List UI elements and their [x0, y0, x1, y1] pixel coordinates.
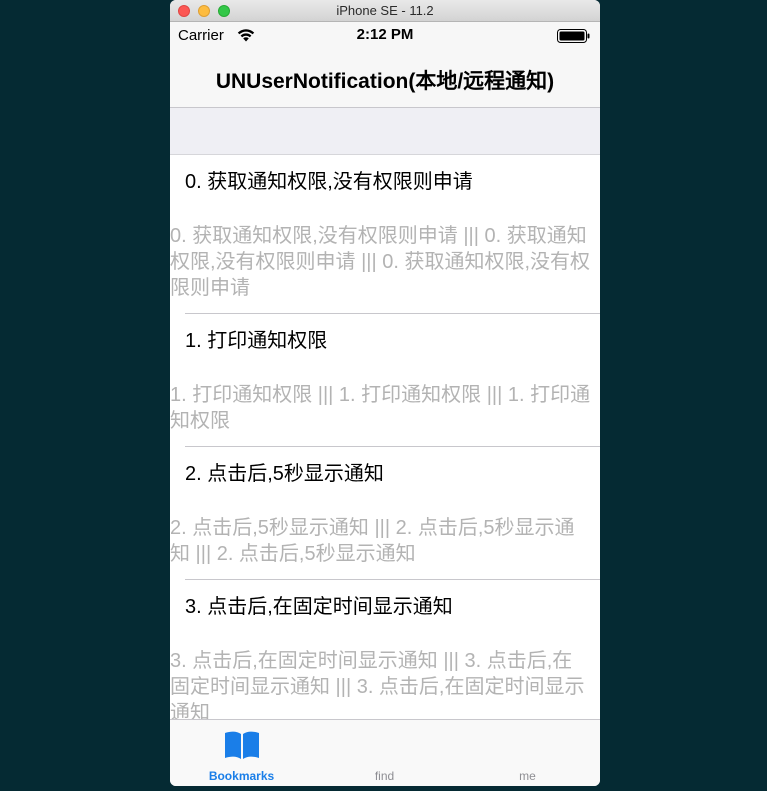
- battery-icon: [557, 29, 591, 48]
- table-row[interactable]: 2. 点击后,5秒显示通知 2. 点击后,5秒显示通知 ||| 2. 点击后,5…: [170, 447, 600, 580]
- table-view[interactable]: 0. 获取通知权限,没有权限则申请 0. 获取通知权限,没有权限则申请 ||| …: [170, 155, 600, 719]
- row-title: 1. 打印通知权限: [185, 330, 328, 352]
- table-row[interactable]: 0. 获取通知权限,没有权限则申请 0. 获取通知权限,没有权限则申请 ||| …: [170, 155, 600, 314]
- tab-find[interactable]: find: [313, 720, 456, 786]
- navigation-bar: UNUserNotification(本地/远程通知): [170, 50, 600, 108]
- simulator-window: iPhone SE - 11.2 Carrier 2:12 PM UNUserN…: [170, 0, 600, 786]
- row-subtitle: 1. 打印通知权限 ||| 1. 打印通知权限 ||| 1. 打印通知权限: [170, 384, 591, 432]
- tab-bookmarks[interactable]: Bookmarks: [170, 720, 313, 786]
- tab-label: find: [374, 769, 395, 783]
- row-subtitle: 3. 点击后,在固定时间显示通知 ||| 3. 点击后,在固定时间显示通知 ||…: [170, 650, 585, 719]
- status-bar: Carrier 2:12 PM: [170, 22, 600, 50]
- tab-label: me: [519, 769, 536, 783]
- simulator-titlebar: iPhone SE - 11.2: [170, 0, 600, 22]
- tab-bar: Bookmarks find me: [170, 719, 600, 786]
- simulator-title: iPhone SE - 11.2: [336, 3, 434, 18]
- row-title: 3. 点击后,在固定时间显示通知: [185, 596, 453, 618]
- tab-me[interactable]: me: [456, 720, 599, 786]
- table-section-header: [170, 108, 600, 155]
- page-title: UNUserNotification(本地/远程通知): [215, 70, 555, 93]
- table-row[interactable]: 1. 打印通知权限 1. 打印通知权限 ||| 1. 打印通知权限 ||| 1.…: [170, 314, 600, 447]
- status-time: 2:12 PM: [356, 26, 414, 43]
- book-icon: [223, 730, 261, 765]
- row-subtitle: 2. 点击后,5秒显示通知 ||| 2. 点击后,5秒显示通知 ||| 2. 点…: [170, 517, 575, 565]
- row-title: 2. 点击后,5秒显示通知: [185, 463, 384, 485]
- row-subtitle: 0. 获取通知权限,没有权限则申请 ||| 0. 获取通知权限,没有权限则申请 …: [170, 225, 591, 299]
- row-title: 0. 获取通知权限,没有权限则申请: [185, 171, 473, 193]
- table-row[interactable]: 3. 点击后,在固定时间显示通知 3. 点击后,在固定时间显示通知 ||| 3.…: [170, 580, 600, 719]
- tab-label: Bookmarks: [208, 769, 275, 783]
